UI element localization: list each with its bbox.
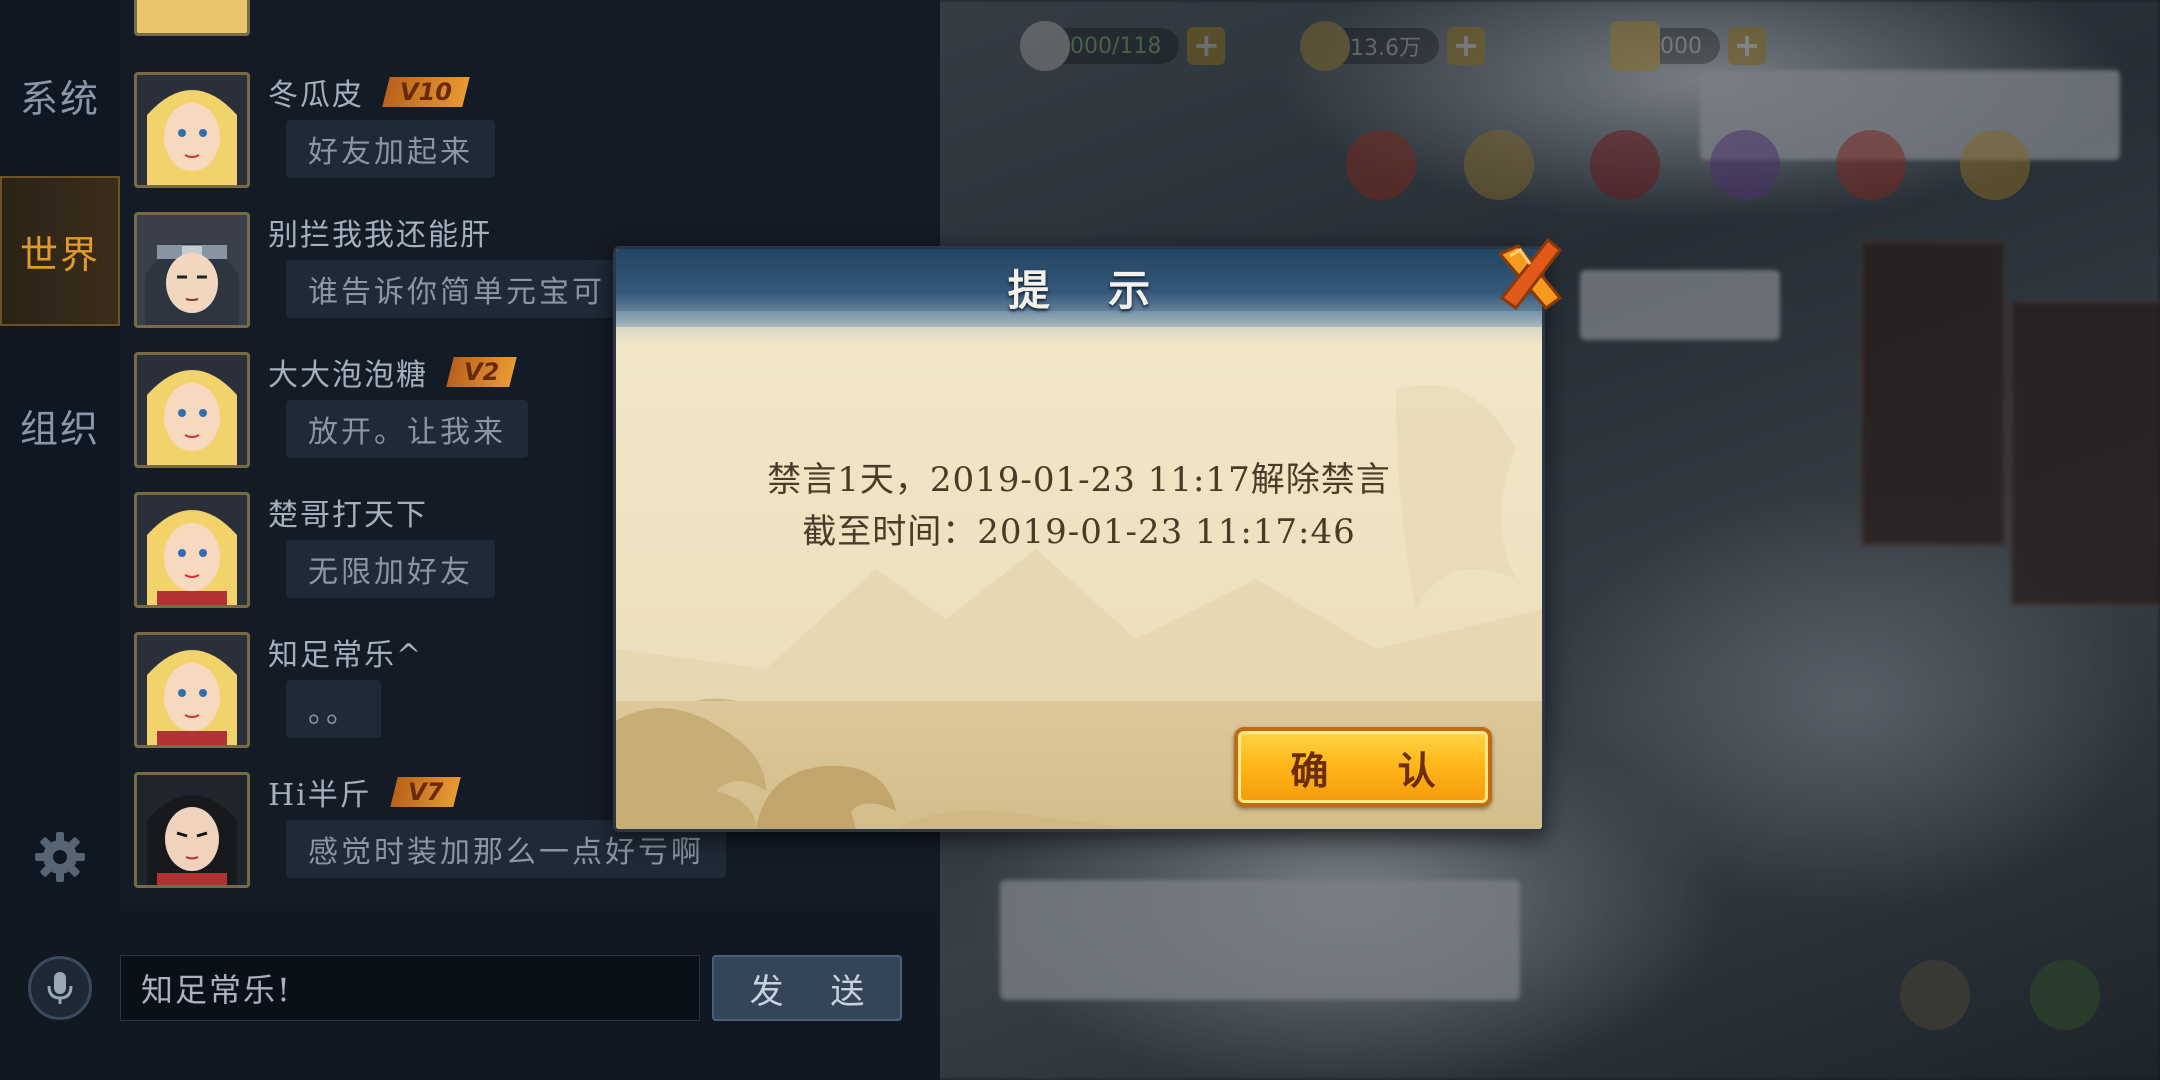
message-bubble: 放开。让我来 bbox=[286, 400, 528, 458]
avatar[interactable] bbox=[134, 352, 250, 468]
list-item bbox=[134, 0, 914, 50]
avatar[interactable] bbox=[134, 772, 250, 888]
message-bubble: 谁告诉你简单元宝可 bbox=[286, 260, 627, 318]
tab-organization[interactable]: 组织 bbox=[0, 350, 120, 500]
sender-name[interactable]: Hi半斤 bbox=[268, 770, 372, 814]
avatar[interactable] bbox=[134, 0, 250, 36]
chat-input[interactable]: 知足常乐! bbox=[120, 955, 700, 1021]
avatar[interactable] bbox=[134, 492, 250, 608]
tab-system[interactable]: 系统 bbox=[0, 20, 120, 170]
tab-world[interactable]: 世界 bbox=[0, 176, 120, 326]
list-item: 冬瓜皮 V10 好友加起来 bbox=[134, 72, 914, 202]
sender-name[interactable]: 大大泡泡糖 bbox=[268, 350, 428, 394]
vip-badge: V2 bbox=[446, 357, 518, 387]
mute-notice-line: 禁言1天，2019-01-23 11:17解除禁言 bbox=[767, 460, 1391, 500]
sender-name[interactable]: 知足常乐^ bbox=[268, 630, 423, 674]
avatar[interactable] bbox=[134, 72, 250, 188]
mic-icon[interactable] bbox=[28, 956, 92, 1020]
sender-name[interactable]: 别拦我我还能肝 bbox=[268, 210, 492, 254]
close-icon[interactable] bbox=[1490, 236, 1570, 316]
vip-badge: V7 bbox=[390, 777, 461, 807]
avatar[interactable] bbox=[134, 212, 250, 328]
message-bubble: 。。 bbox=[286, 680, 381, 738]
notice-dialog: 提 示 禁言1天，2019-01-23 11:17解除禁言 截至时间：2019-… bbox=[613, 246, 1545, 832]
deadline-line: 截至时间：2019-01-23 11:17:46 bbox=[802, 512, 1356, 552]
message-bubble: 无限加好友 bbox=[286, 540, 495, 598]
avatar[interactable] bbox=[134, 632, 250, 748]
dialog-title: 提 示 bbox=[1007, 266, 1173, 315]
send-button[interactable]: 发 送 bbox=[712, 955, 902, 1021]
dialog-message: 禁言1天，2019-01-23 11:17解除禁言 截至时间：2019-01-2… bbox=[616, 454, 1542, 558]
vip-badge: V10 bbox=[382, 77, 470, 107]
message-bubble: 好友加起来 bbox=[286, 120, 495, 178]
sender-name[interactable]: 楚哥打天下 bbox=[268, 490, 428, 534]
sender-name[interactable]: 冬瓜皮 bbox=[268, 70, 364, 114]
gear-icon[interactable] bbox=[33, 830, 87, 884]
chat-tabs: 系统 世界 组织 bbox=[0, 0, 120, 905]
confirm-button[interactable]: 确 认 bbox=[1234, 727, 1492, 807]
